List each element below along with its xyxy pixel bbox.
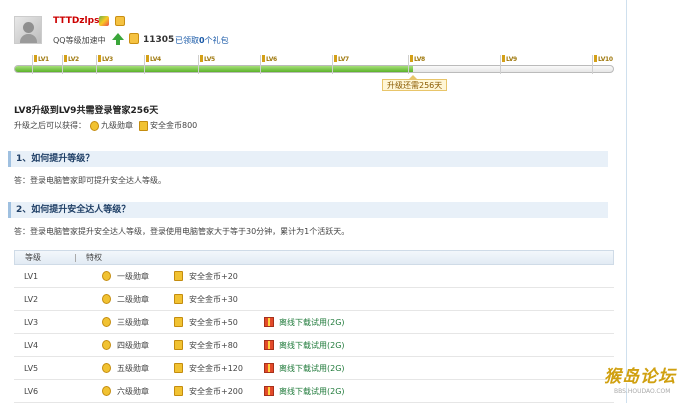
progress-tick <box>96 55 97 74</box>
upgrade-requirement-title: LV8升级到LV9共需登录管家256天 <box>14 106 159 116</box>
faq-answer-1: 答：登录电脑管家即可提升安全达人等级。 <box>14 176 166 185</box>
progress-tick <box>332 55 333 74</box>
row-medal: 三级勋章 <box>102 317 149 328</box>
row-offline-download[interactable]: 离线下载试用(2G) <box>264 317 345 328</box>
level-panel: TTTDzlps. QQ等级加速中 11305 已领取0个礼包 LV1 LV2 LV… <box>0 0 627 403</box>
avatar[interactable] <box>14 16 42 44</box>
progress-tick <box>198 55 199 74</box>
username[interactable]: TTTDzlps. <box>53 16 103 26</box>
level-progress-bar <box>14 65 614 73</box>
level-mark-lv1: LV1 <box>34 55 49 63</box>
medal-icon <box>102 363 111 373</box>
table-row: LV5 五级勋章 安全金币+120 离线下载试用(2G) <box>14 357 614 380</box>
coin-icon <box>174 363 183 373</box>
row-level: LV2 <box>24 294 39 304</box>
progress-tick <box>408 55 409 74</box>
medal-icon <box>102 271 111 281</box>
table-row: LV3 三级勋章 安全金币+50 离线下载试用(2G) <box>14 311 614 334</box>
medal-icon <box>102 340 111 350</box>
table-row: LV2 二级勋章 安全金币+30 <box>14 288 614 311</box>
row-coin: 安全金币+30 <box>174 294 238 305</box>
faq-answer-2: 答：登录电脑管家提升安全达人等级，登录使用电脑管家大于等于30分钟，累计为1个活… <box>14 227 350 236</box>
coin-icon <box>174 271 183 281</box>
qq-accel-label: QQ等级加速中 <box>53 36 106 45</box>
forum-watermark: 猴岛论坛 BBS.HOUDAO.COM <box>604 367 676 395</box>
row-level: LV6 <box>24 386 39 396</box>
row-offline-download[interactable]: 离线下载试用(2G) <box>264 340 345 351</box>
row-level: LV5 <box>24 363 39 373</box>
row-level: LV3 <box>24 317 39 327</box>
row-medal: 四级勋章 <box>102 340 149 351</box>
level-mark-lv9: LV9 <box>502 55 517 63</box>
header-divider <box>75 253 76 262</box>
progress-tick <box>62 55 63 74</box>
level-mark-lv6: LV6 <box>262 55 277 63</box>
level-mark-lv3: LV3 <box>98 55 113 63</box>
row-coin: 安全金币+50 <box>174 317 238 328</box>
download-gift-icon <box>264 317 274 327</box>
coin-badge-icon[interactable] <box>115 16 125 26</box>
progress-tick <box>32 55 33 74</box>
medal-icon <box>102 294 111 304</box>
coin-score: 11305 <box>143 35 175 45</box>
table-row: LV4 四级勋章 安全金币+80 离线下载试用(2G) <box>14 334 614 357</box>
row-coin: 安全金币+120 <box>174 363 243 374</box>
medal-icon <box>90 120 99 131</box>
upgrade-remaining-tooltip: 升级还需256天 <box>382 75 448 91</box>
coin-icon <box>174 386 183 396</box>
row-medal: 二级勋章 <box>102 294 149 305</box>
table-row: LV6 六级勋章 安全金币+200 离线下载试用(2G) <box>14 380 614 403</box>
faq-heading-1: 1、如何提升等级？ <box>8 151 608 167</box>
level-progress-fill <box>15 66 413 72</box>
level-mark-lv7: LV7 <box>334 55 349 63</box>
row-medal: 一级勋章 <box>102 271 149 282</box>
gift-count-link[interactable]: 已领取0个礼包 <box>175 35 229 46</box>
level-mark-lv8: LV8 <box>410 55 425 63</box>
table-row: LV1 一级勋章 安全金币+20 <box>14 265 614 288</box>
progress-tick <box>592 55 593 74</box>
download-gift-icon <box>264 340 274 350</box>
header-privilege: 特权 <box>86 253 102 262</box>
coin-icon <box>129 33 139 44</box>
row-offline-download[interactable]: 离线下载试用(2G) <box>264 386 345 397</box>
coin-icon <box>174 340 183 350</box>
progress-tick <box>500 55 501 74</box>
level-mark-lv10: LV10 <box>594 55 613 63</box>
table-header: 等级 特权 <box>14 250 614 265</box>
level-up-arrow-icon <box>112 33 124 45</box>
colorful-badge-icon[interactable] <box>99 16 109 26</box>
row-coin: 安全金币+80 <box>174 340 238 351</box>
row-coin: 安全金币+20 <box>174 271 238 282</box>
row-offline-download[interactable]: 离线下载试用(2G) <box>264 363 345 374</box>
level-mark-lv2: LV2 <box>64 55 79 63</box>
privilege-table: 等级 特权 LV1 一级勋章 安全金币+20 LV2 二级勋章 安全金币+30 LV3 三级勋… <box>14 250 614 403</box>
coin-icon <box>174 294 183 304</box>
row-medal: 五级勋章 <box>102 363 149 374</box>
faq-heading-2: 2、如何提升安全达人等级？ <box>8 202 608 218</box>
row-coin: 安全金币+200 <box>174 386 243 397</box>
row-level: LV4 <box>24 340 39 350</box>
upgrade-reward-line: 升级之后可以获得： 九级勋章 安全金币800 <box>14 120 198 131</box>
header-level: 等级 <box>25 253 41 262</box>
download-gift-icon <box>264 363 274 373</box>
row-medal: 六级勋章 <box>102 386 149 397</box>
level-mark-lv5: LV5 <box>200 55 215 63</box>
medal-icon <box>102 386 111 396</box>
level-mark-lv4: LV4 <box>146 55 161 63</box>
coin-icon <box>139 120 148 131</box>
medal-icon <box>102 317 111 327</box>
download-gift-icon <box>264 386 274 396</box>
progress-tick <box>260 55 261 74</box>
progress-tick <box>144 55 145 74</box>
row-level: LV1 <box>24 271 39 281</box>
coin-icon <box>174 317 183 327</box>
